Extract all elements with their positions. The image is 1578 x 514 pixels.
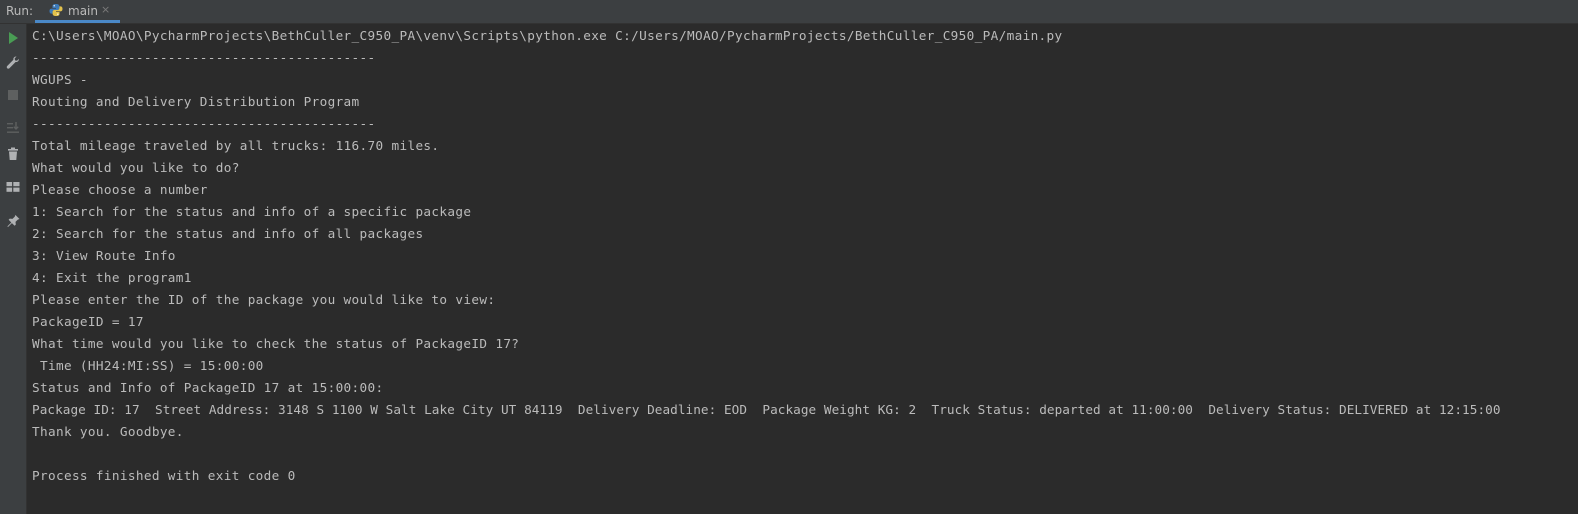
settings-button[interactable] [4, 54, 22, 72]
layout-button[interactable] [4, 178, 22, 196]
active-tab-indicator [35, 20, 120, 23]
console-line: 4: Exit the program1 [32, 270, 192, 285]
clear-all-button[interactable] [4, 145, 22, 163]
trash-icon [8, 147, 18, 160]
console-line: C:\Users\MOAO\PycharmProjects\BethCuller… [32, 28, 1063, 43]
scroll-to-end-button[interactable] [4, 119, 22, 137]
pin-tab-button[interactable] [4, 211, 22, 229]
console-line: Thank you. Goodbye. [32, 424, 184, 439]
run-label: Run: [6, 4, 34, 18]
console-line: Time (HH24:MI:SS) = 15:00:00 [32, 358, 264, 373]
console-line: Package ID: 17 Street Address: 3148 S 11… [32, 402, 1501, 417]
layout-icon [6, 182, 20, 192]
stop-button[interactable] [4, 86, 22, 104]
console-line: 2: Search for the status and info of all… [32, 226, 424, 241]
console-line: Routing and Delivery Distribution Progra… [32, 94, 360, 109]
tab-main-label: main [68, 4, 98, 18]
console-line: What would you like to do? [32, 160, 240, 175]
console-line: What time would you like to check the st… [32, 336, 520, 351]
console-line: Total mileage traveled by all trucks: 11… [32, 138, 440, 153]
play-icon [9, 32, 18, 44]
console-line: WGUPS - [32, 72, 88, 87]
console-line: Process finished with exit code 0 [32, 468, 296, 483]
console-line: ----------------------------------------… [32, 116, 376, 131]
scroll-down-icon [7, 122, 19, 133]
python-icon [49, 4, 63, 17]
wrench-icon [6, 56, 19, 69]
stop-icon [8, 90, 18, 100]
console-output[interactable]: C:\Users\MOAO\PycharmProjects\BethCuller… [32, 25, 1578, 514]
console-line: Please choose a number [32, 182, 208, 197]
close-icon[interactable]: × [101, 3, 110, 16]
run-toolbar [0, 24, 27, 514]
console-line: 1: Search for the status and info of a s… [32, 204, 472, 219]
console-line: Please enter the ID of the package you w… [32, 292, 496, 307]
run-panel-header: Run: main × [0, 0, 1578, 24]
pin-icon [7, 213, 20, 227]
rerun-button[interactable] [4, 29, 22, 47]
console-line: Status and Info of PackageID 17 at 15:00… [32, 380, 384, 395]
console-line: 3: View Route Info [32, 248, 176, 263]
console-line: ----------------------------------------… [32, 50, 376, 65]
console-line: PackageID = 17 [32, 314, 144, 329]
